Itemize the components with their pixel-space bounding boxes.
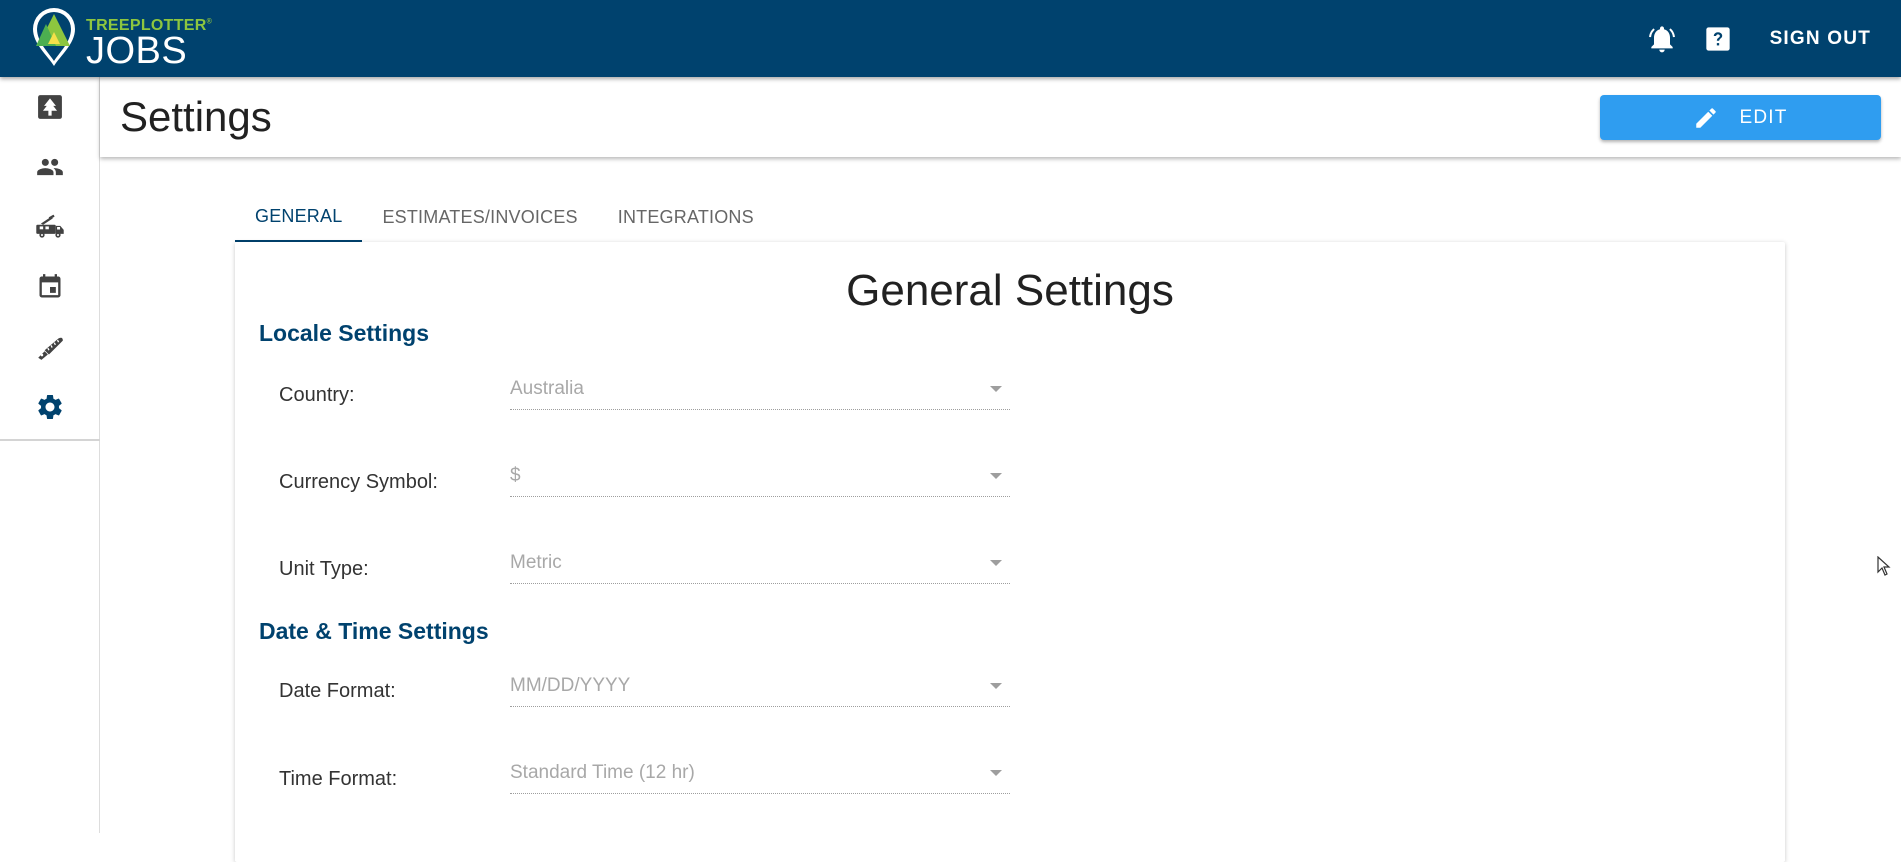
unit-type-select[interactable]: Metric [510, 546, 1010, 584]
unit-type-label: Unit Type: [279, 558, 369, 580]
time-format-select[interactable]: Standard Time (12 hr) [510, 756, 1010, 794]
page-header: Settings EDIT [100, 77, 1901, 157]
saw-icon [38, 337, 63, 360]
chevron-down-icon [990, 770, 1002, 776]
country-value: Australia [510, 378, 584, 399]
edit-button[interactable]: EDIT [1600, 95, 1881, 140]
card-title: General Settings [846, 266, 1174, 315]
time-format-value: Standard Time (12 hr) [510, 762, 695, 783]
calendar-icon [39, 274, 61, 298]
mouse-cursor-icon [1877, 556, 1891, 576]
settings-tabs: GENERAL ESTIMATES/INVOICES INTEGRATIONS [235, 192, 774, 242]
logo-mark-icon [33, 8, 75, 67]
app-bar-actions: SIGN OUT [1628, 0, 1871, 77]
truck-icon [36, 214, 64, 238]
currency-symbol-label: Currency Symbol: [279, 471, 438, 493]
nav-item-equipment[interactable] [0, 317, 100, 377]
tab-general[interactable]: GENERAL [235, 192, 363, 242]
locale-settings-heading: Locale Settings [259, 320, 429, 346]
notifications-icon[interactable] [1640, 17, 1684, 61]
chevron-down-icon [990, 683, 1002, 689]
date-time-settings-heading: Date & Time Settings [259, 618, 489, 644]
help-icon[interactable] [1696, 17, 1740, 61]
nav-item-trees[interactable] [0, 77, 100, 137]
tab-integrations[interactable]: INTEGRATIONS [598, 192, 774, 242]
currency-symbol-value: $ [510, 465, 521, 486]
tab-estimates-invoices[interactable]: ESTIMATES/INVOICES [362, 192, 597, 242]
nav-item-people[interactable] [0, 137, 100, 197]
country-select[interactable]: Australia [510, 372, 1010, 410]
page-title: Settings [120, 93, 272, 140]
nav-rail [0, 77, 100, 833]
sign-out-button[interactable]: SIGN OUT [1770, 28, 1871, 50]
date-format-select[interactable]: MM/DD/YYYY [510, 669, 1010, 707]
date-format-label: Date Format: [279, 680, 396, 702]
chevron-down-icon [990, 386, 1002, 392]
gear-icon [38, 395, 62, 419]
currency-symbol-select[interactable]: $ [510, 459, 1010, 497]
chevron-down-icon [990, 473, 1002, 479]
app-bar: TREEPLOTTER® JOBS SIGN OUT [0, 0, 1901, 77]
pencil-icon [1696, 107, 1717, 128]
unit-type-value: Metric [510, 552, 562, 573]
logo-product-text: JOBS [86, 30, 188, 72]
people-icon [37, 158, 63, 176]
nav-item-vehicles[interactable] [0, 197, 100, 257]
country-label: Country: [279, 384, 355, 406]
nav-divider [0, 439, 100, 441]
nav-item-calendar[interactable] [0, 257, 100, 317]
tree-icon [38, 95, 62, 119]
chevron-down-icon [990, 560, 1002, 566]
treeplotter-jobs-logo[interactable]: TREEPLOTTER® JOBS [30, 6, 212, 72]
date-format-value: MM/DD/YYYY [510, 675, 631, 696]
edit-button-label: EDIT [1739, 106, 1788, 128]
time-format-label: Time Format: [279, 768, 398, 790]
general-settings-card: General Settings Locale Settings Country… [235, 242, 1785, 862]
nav-item-settings[interactable] [0, 377, 100, 437]
